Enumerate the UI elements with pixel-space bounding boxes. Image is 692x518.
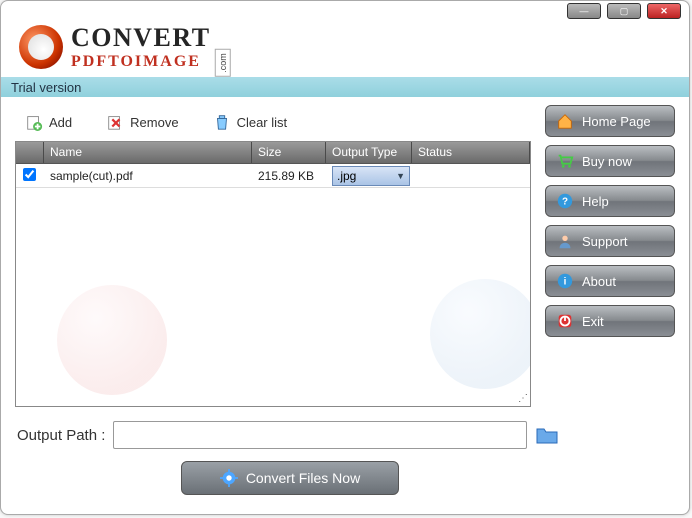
output-path-row: Output Path : xyxy=(1,407,689,449)
home-label: Home Page xyxy=(582,114,651,129)
support-button[interactable]: Support xyxy=(545,225,675,257)
output-path-input[interactable] xyxy=(113,421,527,449)
remove-button[interactable]: Remove xyxy=(106,113,178,131)
home-icon xyxy=(556,112,574,130)
output-type-select[interactable]: .jpg ▼ xyxy=(332,166,410,186)
output-value: .jpg xyxy=(337,169,356,183)
exit-button[interactable]: Exit xyxy=(545,305,675,337)
buy-label: Buy now xyxy=(582,154,632,169)
row-name: sample(cut).pdf xyxy=(44,169,252,183)
about-label: About xyxy=(582,274,616,289)
brand-suffix: .com xyxy=(215,49,231,77)
trial-text: Trial version xyxy=(11,80,81,95)
svg-text:?: ? xyxy=(562,197,568,208)
output-path-label: Output Path : xyxy=(17,427,105,444)
toolbar: Add Remove Clear list xyxy=(15,105,531,141)
main-window: — ▢ ✕ CONVERT PDFTOIMAGE .com Trial vers… xyxy=(0,0,690,515)
power-icon xyxy=(556,312,574,330)
row-size: 215.89 KB xyxy=(252,169,326,183)
add-label: Add xyxy=(49,115,72,130)
trial-banner: Trial version xyxy=(1,77,689,97)
logo-icon xyxy=(19,25,63,69)
clear-icon xyxy=(213,113,231,131)
titlebar: — ▢ ✕ xyxy=(1,1,689,19)
support-icon xyxy=(556,232,574,250)
exit-label: Exit xyxy=(582,314,604,329)
resize-grip[interactable]: ⋰ xyxy=(518,393,528,404)
browse-folder-button[interactable] xyxy=(535,425,559,445)
col-name[interactable]: Name xyxy=(44,142,252,163)
table-row[interactable]: sample(cut).pdf 215.89 KB .jpg ▼ xyxy=(16,164,530,188)
remove-icon xyxy=(106,113,124,131)
gear-icon xyxy=(220,469,238,487)
clear-label: Clear list xyxy=(237,115,288,130)
col-output[interactable]: Output Type xyxy=(326,142,412,163)
info-icon: i xyxy=(556,272,574,290)
minimize-button[interactable]: — xyxy=(567,3,601,19)
about-button[interactable]: i About xyxy=(545,265,675,297)
maximize-button[interactable]: ▢ xyxy=(607,3,641,19)
clear-list-button[interactable]: Clear list xyxy=(213,113,288,131)
col-check[interactable] xyxy=(16,142,44,163)
col-size[interactable]: Size xyxy=(252,142,326,163)
add-button[interactable]: Add xyxy=(25,113,72,131)
buy-now-button[interactable]: Buy now xyxy=(545,145,675,177)
brand-line2: PDFTOIMAGE xyxy=(71,53,201,70)
chevron-down-icon: ▼ xyxy=(396,171,405,181)
help-icon: ? xyxy=(556,192,574,210)
logo: CONVERT PDFTOIMAGE .com xyxy=(1,19,689,77)
brand-line1: CONVERT xyxy=(71,23,237,53)
file-grid: Name Size Output Type Status sample(cut)… xyxy=(15,141,531,407)
help-button[interactable]: ? Help xyxy=(545,185,675,217)
grid-header: Name Size Output Type Status xyxy=(16,142,530,164)
help-label: Help xyxy=(582,194,609,209)
remove-label: Remove xyxy=(130,115,178,130)
col-status[interactable]: Status xyxy=(412,142,530,163)
close-button[interactable]: ✕ xyxy=(647,3,681,19)
sidebar: Home Page Buy now ? Help Support i About… xyxy=(545,105,675,407)
convert-label: Convert Files Now xyxy=(246,470,360,486)
convert-files-button[interactable]: Convert Files Now xyxy=(181,461,399,495)
support-label: Support xyxy=(582,234,628,249)
cart-icon xyxy=(556,152,574,170)
svg-text:i: i xyxy=(564,277,567,288)
add-icon xyxy=(25,113,43,131)
row-checkbox[interactable] xyxy=(23,168,36,181)
home-page-button[interactable]: Home Page xyxy=(545,105,675,137)
